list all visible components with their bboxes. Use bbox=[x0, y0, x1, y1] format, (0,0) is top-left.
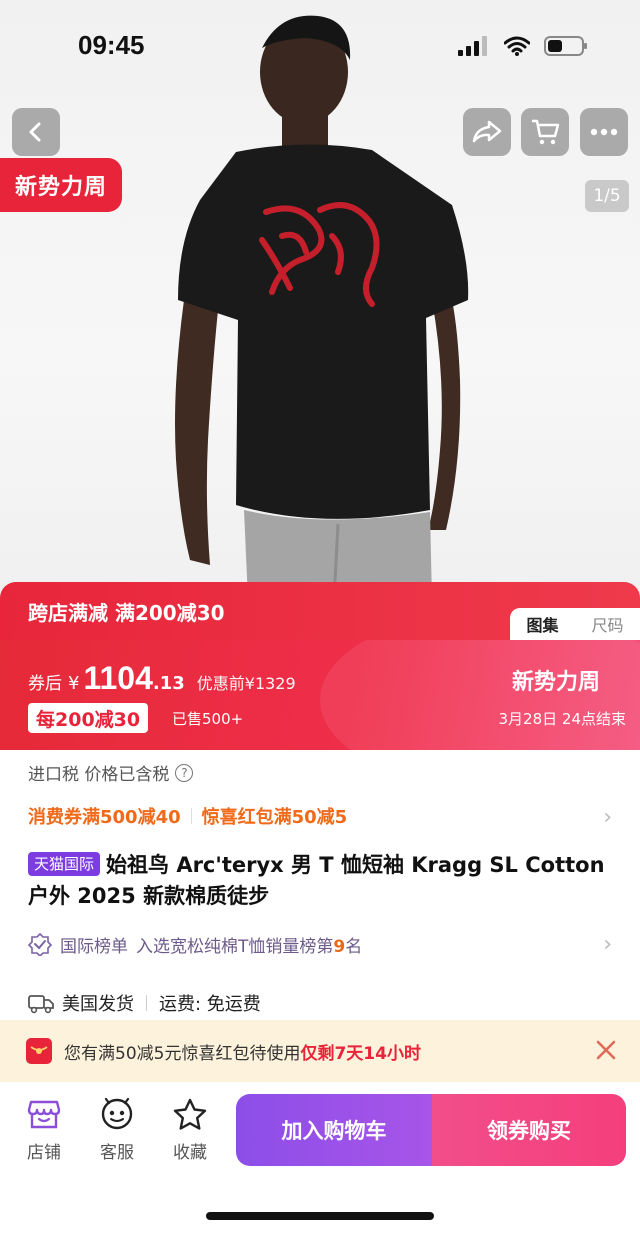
shipping-row: 美国发货 运费: 免运费 bbox=[28, 990, 261, 1016]
tab-gallery[interactable]: 图集 bbox=[526, 612, 558, 636]
status-icons bbox=[458, 35, 588, 57]
ranking-row[interactable]: 国际榜单 入选宽松纯棉T恤销量榜第9名 › bbox=[28, 930, 612, 958]
store-button[interactable]: 店铺 bbox=[14, 1098, 74, 1163]
red-packet-countdown: 仅剩7天14小时 bbox=[300, 1043, 421, 1064]
price-banner: 券后 ¥ 1104 .13 优惠前¥1329 每200减30 已售500+ 新势… bbox=[0, 640, 640, 750]
sold-count: 已售500+ bbox=[172, 710, 244, 728]
signal-icon bbox=[458, 36, 487, 56]
star-icon bbox=[173, 1098, 207, 1130]
cross-store-promo-bar: 跨店满减 满200减30 图集 尺码 bbox=[0, 582, 640, 640]
help-icon[interactable]: ? bbox=[175, 763, 194, 782]
original-price: 优惠前¥1329 bbox=[196, 674, 296, 693]
ranking-badge-icon bbox=[28, 932, 52, 956]
chevron-left-icon bbox=[29, 122, 41, 142]
battery-icon bbox=[544, 36, 587, 56]
share-icon bbox=[472, 120, 502, 143]
cart-icon bbox=[532, 119, 560, 145]
coupon-red-packet: 惊喜红包满50减5 bbox=[201, 807, 348, 828]
price-integer: 1104 bbox=[83, 660, 153, 696]
status-time: 09:45 bbox=[78, 30, 145, 60]
ship-from: 美国发货 bbox=[62, 994, 134, 1015]
ranking-suffix: 名 bbox=[345, 936, 363, 957]
red-packet-icon bbox=[26, 1038, 52, 1064]
image-page-counter: 1/5 bbox=[585, 180, 629, 212]
red-packet-text: 您有满50减5元惊喜红包待使用仅剩7天14小时 bbox=[64, 1039, 421, 1064]
truck-icon bbox=[28, 995, 54, 1014]
favorite-button[interactable]: 收藏 bbox=[160, 1098, 220, 1163]
share-button[interactable] bbox=[463, 108, 511, 156]
price-row: 券后 ¥ 1104 .13 优惠前¥1329 bbox=[28, 660, 296, 697]
price-decimal: .13 bbox=[152, 673, 185, 694]
red-packet-message: 您有满50减5元惊喜红包待使用 bbox=[64, 1043, 301, 1064]
add-to-cart-button[interactable]: 加入购物车 bbox=[236, 1094, 432, 1166]
tax-info[interactable]: 进口税 价格已含税 ? bbox=[28, 760, 194, 785]
event-title: 新势力周 bbox=[512, 670, 601, 695]
store-label: 店铺 bbox=[27, 1143, 61, 1163]
ranking-label: 国际榜单 bbox=[60, 936, 128, 957]
ranking-desc: 入选宽松纯棉T恤销量榜第 bbox=[136, 936, 334, 957]
cart-button[interactable] bbox=[521, 108, 569, 156]
tmall-global-badge: 天猫国际 bbox=[28, 852, 101, 876]
red-packet-bar[interactable]: 您有满50减5元惊喜红包待使用仅剩7天14小时 bbox=[0, 1020, 640, 1082]
ranking-text: 入选宽松纯棉T恤销量榜第9名 bbox=[136, 932, 362, 957]
discount-badge: 每200减30 bbox=[28, 703, 149, 733]
price-prefix: 券后 bbox=[28, 674, 62, 694]
product-image-area[interactable]: 09:45 新势力周 1/5 bbox=[0, 0, 640, 600]
promo-tag: 新势力周 bbox=[0, 158, 122, 212]
chevron-right-icon: › bbox=[603, 805, 612, 830]
service-label: 客服 bbox=[100, 1143, 134, 1163]
favorite-label: 收藏 bbox=[173, 1143, 207, 1163]
customer-service-icon bbox=[101, 1098, 133, 1130]
coupon-row[interactable]: 消费券满500减40 惊喜红包满50减5 › bbox=[28, 803, 612, 830]
customer-service-button[interactable]: 客服 bbox=[87, 1098, 147, 1163]
divider bbox=[190, 808, 192, 824]
back-button[interactable] bbox=[12, 108, 60, 156]
more-button[interactable] bbox=[580, 108, 628, 156]
status-bar: 09:45 bbox=[0, 0, 640, 95]
home-indicator[interactable] bbox=[206, 1212, 434, 1220]
more-icon bbox=[590, 128, 618, 136]
event-end-time: 3月28日 24点结束 bbox=[498, 710, 627, 728]
bottom-action-bar: 店铺 客服 收藏 加入购物车 领券购买 bbox=[0, 1082, 640, 1235]
media-tabs: 图集 尺码 bbox=[510, 608, 640, 640]
coupon-consumption: 消费券满500减40 bbox=[28, 807, 181, 828]
tax-text: 进口税 价格已含税 bbox=[28, 765, 170, 785]
wifi-icon bbox=[504, 36, 530, 56]
chevron-right-icon: › bbox=[603, 932, 612, 957]
store-icon bbox=[27, 1100, 61, 1129]
buy-with-coupon-button[interactable]: 领券购买 bbox=[432, 1094, 626, 1166]
close-icon[interactable] bbox=[594, 1038, 618, 1062]
price-currency: ¥ bbox=[68, 673, 80, 694]
product-title: 天猫国际 始祖鸟 Arc'teryx 男 T 恤短袖 Kragg SL Cotto… bbox=[28, 850, 618, 912]
divider bbox=[146, 995, 147, 1011]
product-title-text: 始祖鸟 Arc'teryx 男 T 恤短袖 Kragg SL Cotton 户外… bbox=[28, 853, 605, 908]
shipping-fee: 运费: 免运费 bbox=[159, 994, 261, 1015]
ranking-number: 9 bbox=[333, 936, 346, 957]
tab-size[interactable]: 尺码 bbox=[591, 612, 623, 636]
cross-store-promo-text: 跨店满减 满200减30 bbox=[28, 601, 225, 625]
